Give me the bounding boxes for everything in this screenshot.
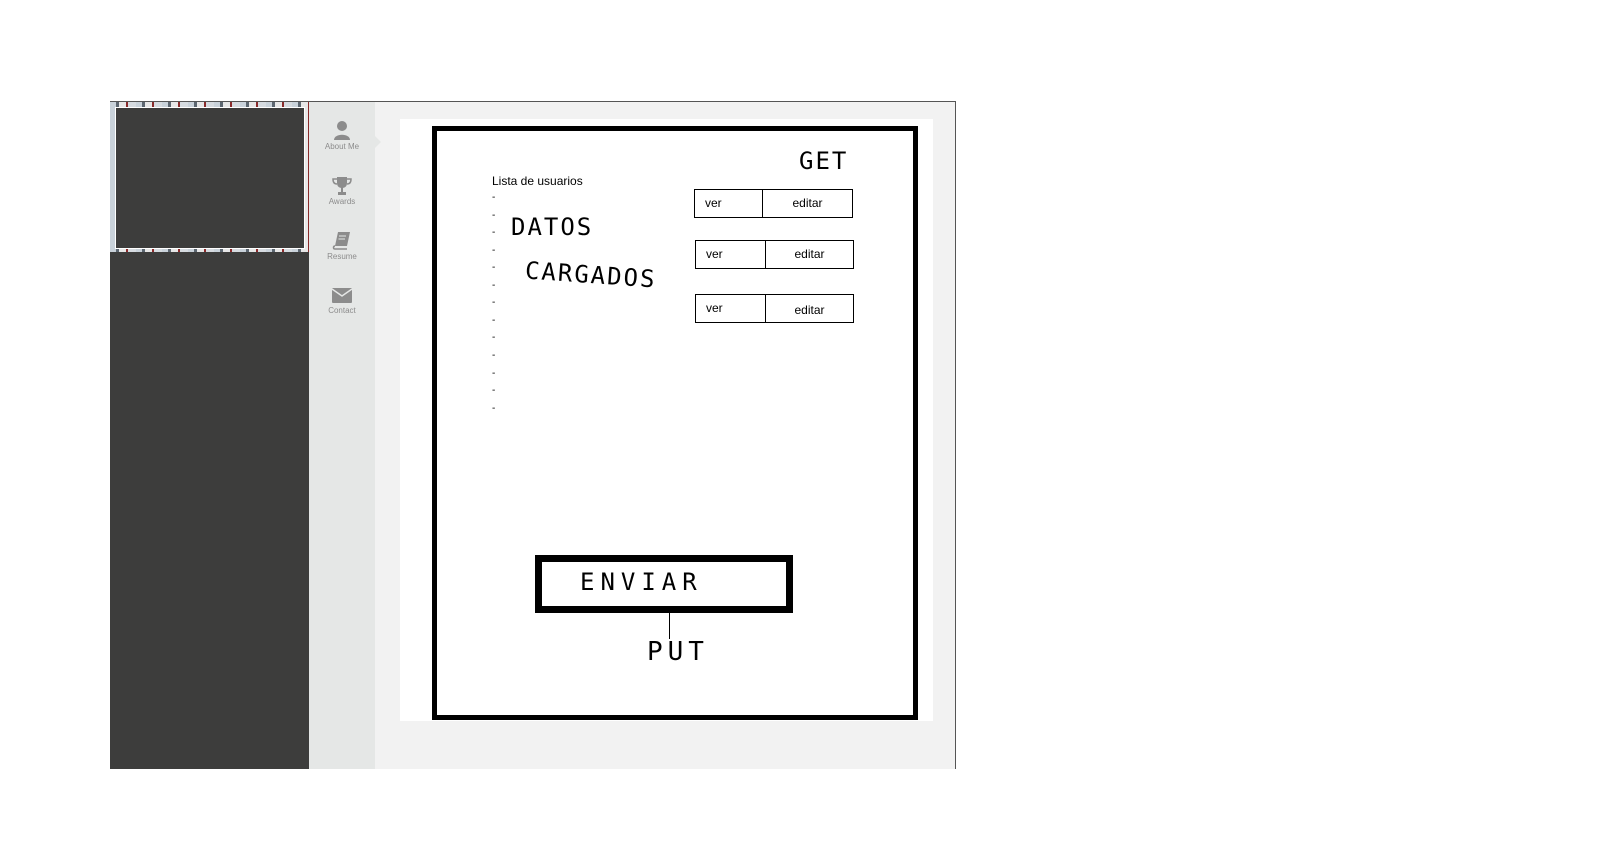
list-item: - xyxy=(492,332,496,343)
annotation-cargados: CARGADOS xyxy=(524,256,658,294)
profile-sidebar xyxy=(110,102,309,769)
user-row-actions: ver editar xyxy=(695,240,854,269)
nav-rail: About Me Awards Resume Contact xyxy=(309,102,381,769)
user-icon xyxy=(309,120,375,140)
list-item: - xyxy=(492,245,496,256)
editar-button[interactable]: editar xyxy=(763,190,852,217)
nav-label: Resume xyxy=(327,252,357,261)
nav-item-about-me[interactable]: About Me xyxy=(309,120,375,170)
content-card: Lista de usuarios - - - - - - - - - - - … xyxy=(400,119,933,721)
nav-item-awards[interactable]: Awards xyxy=(309,176,375,226)
list-item: - xyxy=(492,315,496,326)
list-item: - xyxy=(492,385,496,396)
list-item: - xyxy=(492,297,496,308)
put-connector-line xyxy=(669,611,670,639)
list-item: - xyxy=(492,262,496,273)
annotation-datos: DATOS xyxy=(511,213,594,241)
user-list-title: Lista de usuarios xyxy=(492,174,583,188)
wireframe-sketch: Lista de usuarios - - - - - - - - - - - … xyxy=(432,126,918,720)
enviar-button-label: ENVIAR xyxy=(580,568,703,596)
editar-button[interactable]: editar xyxy=(766,241,853,268)
app-window: About Me Awards Resume Contact Lista de … xyxy=(110,101,956,769)
list-item: - xyxy=(492,227,496,238)
nav-label: Awards xyxy=(328,197,356,206)
nav-label: Contact xyxy=(328,306,356,315)
book-icon xyxy=(309,231,375,250)
list-item: - xyxy=(492,368,496,379)
trophy-icon xyxy=(309,176,375,195)
user-row-actions: ver editar xyxy=(695,294,854,323)
ver-button[interactable]: ver xyxy=(696,241,766,268)
annotation-put: PUT xyxy=(647,637,709,667)
list-item: - xyxy=(492,210,496,221)
list-item: - xyxy=(492,280,496,291)
profile-photo-placeholder xyxy=(115,107,305,249)
envelope-icon xyxy=(309,287,375,304)
user-row-actions: ver editar xyxy=(694,189,853,218)
nav-item-resume[interactable]: Resume xyxy=(309,231,375,281)
list-item: - xyxy=(492,192,496,203)
annotation-get: GET xyxy=(799,147,849,175)
enviar-button[interactable]: ENVIAR xyxy=(535,555,793,613)
list-item: - xyxy=(492,403,496,414)
list-item: - xyxy=(492,350,496,361)
nav-item-contact[interactable]: Contact xyxy=(309,287,375,337)
nav-label: About Me xyxy=(324,142,360,151)
ver-button[interactable]: ver xyxy=(695,190,763,217)
editar-button[interactable]: editar xyxy=(766,295,853,322)
ver-button[interactable]: ver xyxy=(696,295,766,322)
